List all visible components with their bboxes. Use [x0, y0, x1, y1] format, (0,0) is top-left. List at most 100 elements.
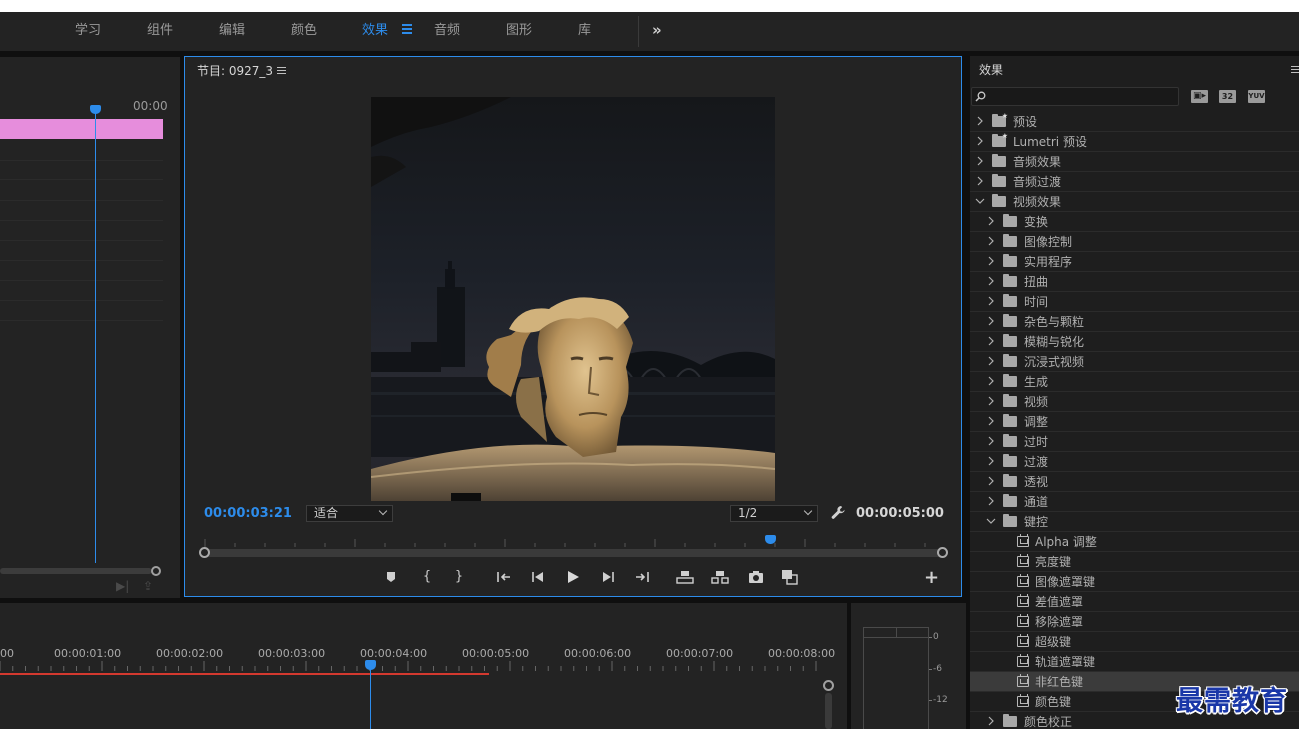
source-playhead[interactable]: [90, 105, 101, 114]
workspace-tab-graphics[interactable]: 图形: [506, 12, 532, 51]
settings-wrench-icon[interactable]: [831, 505, 846, 520]
timeline-zoom-handle[interactable]: [823, 680, 834, 691]
effects-folder[interactable]: 扭曲: [970, 272, 1299, 292]
effects-folder[interactable]: 杂色与颗粒: [970, 312, 1299, 332]
program-zoom-scrollbar[interactable]: [204, 549, 944, 557]
button-editor-plus-icon[interactable]: +: [924, 567, 939, 588]
source-zoom-handle[interactable]: [151, 566, 161, 576]
effects-folder[interactable]: 视频: [970, 392, 1299, 412]
in-point-icon[interactable]: {: [421, 569, 433, 585]
workspace-tab-learning[interactable]: 学习: [75, 12, 101, 51]
out-point-icon[interactable]: }: [453, 569, 465, 585]
step-forward-icon[interactable]: [601, 569, 615, 585]
lift-icon[interactable]: [676, 569, 694, 585]
effect-item[interactable]: 轨道遮罩键: [970, 652, 1299, 672]
chevron-right-icon[interactable]: [975, 176, 985, 186]
chevron-right-icon[interactable]: [986, 416, 996, 426]
marker-icon[interactable]: [384, 569, 398, 585]
go-to-out-icon[interactable]: [634, 569, 650, 585]
chevron-right-icon[interactable]: [986, 296, 996, 306]
chevron-right-icon[interactable]: [986, 496, 996, 506]
chevron-right-icon[interactable]: [986, 256, 996, 266]
effects-folder[interactable]: 调整: [970, 412, 1299, 432]
effects-folder[interactable]: 过渡: [970, 452, 1299, 472]
effects-folder[interactable]: 时间: [970, 292, 1299, 312]
effects-folder[interactable]: 沉浸式视频: [970, 352, 1299, 372]
more-workspaces-icon[interactable]: »: [652, 12, 662, 49]
effect-item[interactable]: 图像遮罩键: [970, 572, 1299, 592]
export-frame-icon[interactable]: [748, 569, 764, 585]
effects-folder[interactable]: ★ 预设: [970, 112, 1299, 132]
chevron-right-icon[interactable]: [986, 396, 996, 406]
effect-item[interactable]: 亮度键: [970, 552, 1299, 572]
extract-icon[interactable]: [711, 569, 729, 585]
workspace-menu-icon[interactable]: [402, 24, 412, 34]
chevron-right-icon[interactable]: [975, 156, 985, 166]
chevron-right-icon[interactable]: [986, 376, 996, 386]
effects-folder[interactable]: 图像控制: [970, 232, 1299, 252]
chevron-right-icon[interactable]: [975, 136, 985, 146]
effects-folder[interactable]: 音频过渡: [970, 172, 1299, 192]
chevron-right-icon[interactable]: [986, 436, 996, 446]
chevron-right-icon[interactable]: [986, 716, 996, 726]
effects-folder[interactable]: 模糊与锐化: [970, 332, 1299, 352]
play-icon[interactable]: [566, 569, 580, 585]
effects-folder[interactable]: 变换: [970, 212, 1299, 232]
chevron-right-icon[interactable]: [986, 476, 996, 486]
zoom-start-handle[interactable]: [199, 547, 210, 558]
effects-search-input[interactable]: [988, 89, 1174, 104]
yuv-effects-icon[interactable]: YUV: [1248, 90, 1265, 103]
chevron-down-icon[interactable]: [975, 196, 985, 206]
timeline-vertical-scrollbar[interactable]: [825, 693, 832, 729]
chevron-right-icon[interactable]: [986, 276, 996, 286]
timeline-ruler[interactable]: [0, 603, 827, 673]
clip-bar[interactable]: [0, 119, 163, 139]
comparison-view-icon[interactable]: [781, 569, 799, 585]
timeline-playhead[interactable]: [365, 660, 376, 670]
insert-icon[interactable]: ▶|: [116, 579, 129, 593]
chevron-right-icon[interactable]: [986, 236, 996, 246]
go-to-in-icon[interactable]: [496, 569, 512, 585]
effect-item[interactable]: 差值遮罩: [970, 592, 1299, 612]
chevron-right-icon[interactable]: [986, 456, 996, 466]
effects-folder[interactable]: 音频效果: [970, 152, 1299, 172]
workspace-tab-libraries[interactable]: 库: [578, 12, 591, 51]
effects-folder[interactable]: ★ Lumetri 预设: [970, 132, 1299, 152]
chevron-right-icon[interactable]: [986, 356, 996, 366]
chevron-right-icon[interactable]: [986, 316, 996, 326]
panel-menu-icon[interactable]: [1291, 66, 1299, 75]
chevron-right-icon[interactable]: [975, 116, 985, 126]
effects-folder[interactable]: 通道: [970, 492, 1299, 512]
effects-folder[interactable]: 键控: [970, 512, 1299, 532]
effects-folder[interactable]: 视频效果: [970, 192, 1299, 212]
chevron-down-icon[interactable]: [986, 516, 996, 526]
effects-search-box[interactable]: [971, 87, 1179, 106]
resolution-dropdown[interactable]: 1/2: [730, 505, 818, 522]
effects-folder[interactable]: 透视: [970, 472, 1299, 492]
effects-folder[interactable]: 实用程序: [970, 252, 1299, 272]
workspace-tab-color[interactable]: 颜色: [291, 12, 317, 51]
export-icon[interactable]: ⇪: [143, 579, 153, 593]
step-back-icon[interactable]: [531, 569, 545, 585]
panel-menu-icon[interactable]: [277, 67, 286, 76]
program-monitor-title[interactable]: 节目: 0927_3: [197, 62, 273, 79]
chevron-right-icon[interactable]: [986, 216, 996, 226]
work-area-bar[interactable]: [0, 673, 489, 675]
fit-dropdown[interactable]: 适合: [306, 505, 393, 522]
effect-item[interactable]: Alpha 调整: [970, 532, 1299, 552]
32bit-effects-icon[interactable]: 32: [1219, 90, 1236, 103]
effects-folder[interactable]: 生成: [970, 372, 1299, 392]
effect-item[interactable]: 移除遮罩: [970, 612, 1299, 632]
zoom-end-handle[interactable]: [937, 547, 948, 558]
effect-item[interactable]: 超级键: [970, 632, 1299, 652]
program-playhead[interactable]: [765, 535, 776, 544]
workspace-tab-audio[interactable]: 音频: [434, 12, 460, 51]
accelerated-effects-icon[interactable]: ▣▸: [1191, 90, 1208, 103]
workspace-tab-editing[interactable]: 编辑: [219, 12, 245, 51]
program-time-ruler[interactable]: [197, 539, 945, 547]
current-timecode[interactable]: 00:00:03:21: [204, 506, 292, 521]
workspace-tab-effects[interactable]: 效果: [362, 12, 388, 51]
effects-folder[interactable]: 过时: [970, 432, 1299, 452]
source-zoom-scrollbar[interactable]: [0, 568, 152, 574]
workspace-tab-assembly[interactable]: 组件: [147, 12, 173, 51]
